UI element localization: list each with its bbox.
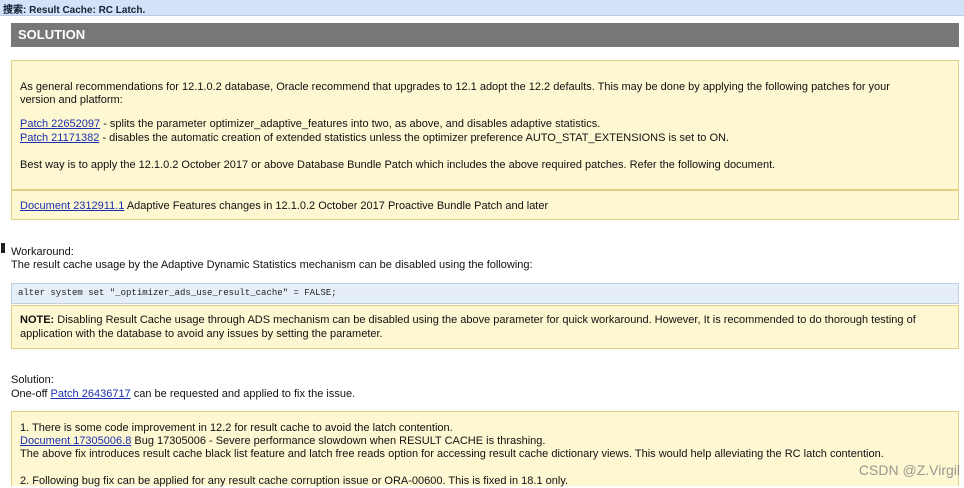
patch-26436717-link[interactable]: Patch 26436717: [51, 388, 131, 400]
note-label: NOTE:: [20, 314, 55, 326]
improvement-line-1: 1. There is some code improvement in 12.…: [20, 422, 453, 434]
search-bar: 搜索: Result Cache: RC Latch.: [0, 0, 964, 16]
improvement-line-3: The above fix introduces result cache bl…: [20, 448, 884, 460]
solution-title: SOLUTION: [18, 27, 86, 42]
patch-21171382-link[interactable]: Patch 21171382: [20, 132, 99, 144]
code-text: alter system set "_optimizer_ads_use_res…: [18, 288, 337, 298]
patch-22652097-link[interactable]: Patch 22652097: [20, 118, 100, 130]
patch-line-1: Patch 22652097 - splits the parameter op…: [20, 118, 600, 131]
note-line-2: application with the database to avoid a…: [20, 328, 383, 340]
document-line: Document 2312911.1 Adaptive Features cha…: [20, 200, 548, 213]
workaround-heading: Workaround:: [11, 246, 74, 258]
patch-1-description: - splits the parameter optimizer_adaptiv…: [100, 118, 601, 130]
improvement-line-4: 2. Following bug fix can be applied for …: [20, 475, 569, 487]
solution-heading: Solution:: [11, 374, 54, 386]
improvement-line-2: Document 17305006.8 Bug 17305006 - Sever…: [20, 435, 545, 448]
improvement-doc-text: Bug 17305006 - Severe performance slowdo…: [131, 435, 546, 447]
note-box: NOTE: Disabling Result Cache usage throu…: [11, 305, 959, 349]
solution-suffix: can be requested and applied to fix the …: [130, 388, 356, 400]
workaround-text: The result cache usage by the Adaptive D…: [11, 259, 533, 271]
patch-line-2: Patch 21171382 - disables the automatic …: [20, 132, 729, 145]
document-box: Document 2312911.1 Adaptive Features cha…: [11, 190, 959, 220]
note-line-1: NOTE: Disabling Result Cache usage throu…: [20, 314, 916, 327]
recommendation-line-1: As general recommendations for 12.1.0.2 …: [20, 81, 890, 93]
document-17305006-link[interactable]: Document 17305006.8: [20, 435, 131, 447]
best-way-text: Best way is to apply the 12.1.0.2 Octobe…: [20, 159, 776, 171]
note-text-1: Disabling Result Cache usage through ADS…: [54, 314, 916, 326]
recommendation-line-2: version and platform:: [20, 94, 123, 106]
patch-2-description: - disables the automatic creation of ext…: [99, 132, 730, 144]
solution-prefix: One-off: [11, 388, 51, 400]
improvement-box: 1. There is some code improvement in 12.…: [11, 411, 959, 487]
search-bar-text: 搜索: Result Cache: RC Latch.: [3, 5, 146, 16]
code-block: alter system set "_optimizer_ads_use_res…: [11, 283, 959, 304]
document-2312911-link[interactable]: Document 2312911.1: [20, 200, 124, 212]
document-description: Adaptive Features changes in 12.1.0.2 Oc…: [124, 200, 549, 212]
solution-banner: SOLUTION: [11, 23, 959, 47]
solution-line: One-off Patch 26436717 can be requested …: [11, 388, 355, 401]
recommendation-box: As general recommendations for 12.1.0.2 …: [11, 60, 959, 190]
watermark: CSDN @Z.Virgil: [858, 462, 960, 478]
expand-marker-icon[interactable]: [1, 243, 5, 253]
